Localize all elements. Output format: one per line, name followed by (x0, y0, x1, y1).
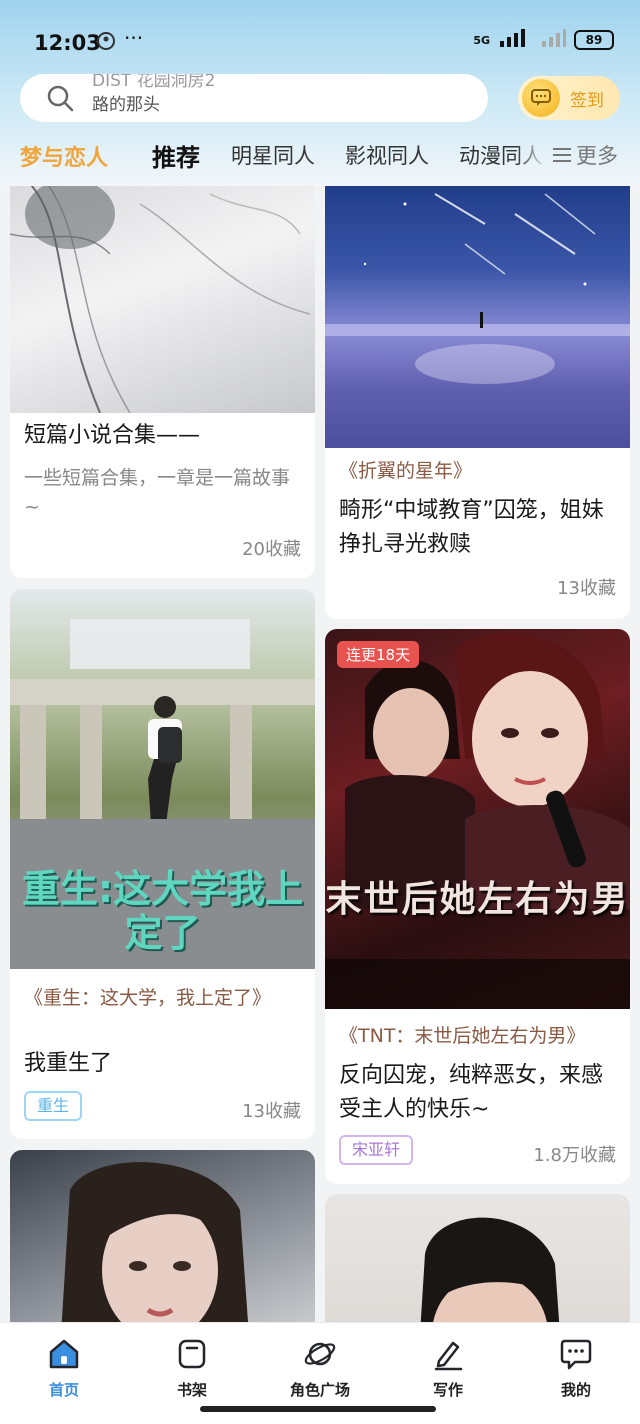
story-title: 反向囚宠，纯粹恶女，来感受主人的快乐~ (339, 1063, 604, 1122)
story-tag[interactable]: 宋亚轩 (339, 1135, 414, 1165)
cover-image: 重生:这大学我上定了 (10, 589, 315, 969)
nav-character-plaza[interactable]: 角色广场 (270, 1337, 370, 1400)
nav-me[interactable]: 我的 (526, 1337, 626, 1400)
search-placeholder: 路的那头 (92, 95, 160, 115)
signal-icon (498, 29, 532, 51)
cover-image (10, 186, 315, 414)
story-card[interactable]: 末世后她左右为男 连更18天 《TNT：末世后她左右为男》 反向囚宠，纯粹恶女，… (325, 629, 630, 1184)
menu-icon (553, 148, 571, 162)
book-name: 《重生：这大学，我上定了》 (24, 987, 272, 1009)
gesture-home-bar[interactable] (200, 1406, 436, 1412)
update-streak-badge: 连更18天 (337, 641, 420, 668)
story-title: 我重生了 (24, 1051, 113, 1076)
nav-me-label: 我的 (560, 1381, 591, 1399)
cover-overlay-text: 重生:这大学我上定了 (21, 867, 304, 955)
home-icon (49, 1339, 79, 1369)
planet-icon (304, 1342, 336, 1366)
story-tag[interactable]: 重生 (24, 1091, 83, 1121)
tab-more[interactable]: 更多 (552, 140, 618, 170)
story-card[interactable]: 重生:这大学我上定了 《重生：这大学，我上定了》 我重生了 重生 13收藏 (10, 589, 315, 1139)
tab-more-label: 更多 (576, 144, 618, 168)
pen-icon (434, 1341, 463, 1371)
favorite-count: 20收藏 (242, 539, 301, 560)
bookshelf-icon (178, 1339, 206, 1369)
cover-image (325, 1194, 630, 1322)
story-card[interactable] (325, 1194, 630, 1322)
tab-film-fanfic[interactable]: 影视同人 (345, 140, 429, 170)
clock: 12:03 (34, 31, 101, 55)
story-card[interactable] (10, 1150, 315, 1322)
story-card[interactable]: 短篇小说合集—— 一些短篇合集，一章是一篇故事~ 20收藏 (10, 186, 315, 578)
favorite-count: 13收藏 (242, 1101, 301, 1122)
network-label: 5G (473, 33, 490, 47)
signin-coin-icon (522, 79, 560, 117)
status-bar: 12:03 ··· 5G 89 (0, 0, 640, 72)
cover-image: 末世后她左右为男 连更18天 (325, 629, 630, 1009)
nav-bookshelf-label: 书架 (176, 1381, 207, 1399)
search-bar[interactable]: DIST 花园洞房2 路的那头 (20, 74, 488, 122)
nav-write[interactable]: 写作 (398, 1337, 498, 1400)
favorite-count: 13收藏 (557, 578, 616, 599)
recommend-feed[interactable]: 短篇小说合集—— 一些短篇合集，一章是一篇故事~ 20收藏 重生:这大学我上定了… (0, 186, 640, 1322)
nav-bookshelf[interactable]: 书架 (142, 1337, 242, 1400)
cover-image (10, 1150, 315, 1322)
story-card[interactable]: 《折翼的星年》 畸形“中域教育”囚笼，姐妹挣扎寻光救赎 13收藏 (325, 186, 630, 619)
tab-dream-lover[interactable]: 梦与恋人 (20, 140, 108, 172)
nav-character-plaza-label: 角色广场 (289, 1381, 350, 1399)
story-title: 畸形“中域教育”囚笼，姐妹挣扎寻光救赎 (339, 498, 604, 557)
category-tabs: 梦与恋人 推荐 明星同人 影视同人 动漫同人 更多 (0, 136, 640, 180)
more-notifications-dots: ··· (124, 26, 144, 50)
app-notification-icon (96, 31, 116, 55)
story-title: 短篇小说合集—— (24, 423, 201, 448)
book-name: 《折翼的星年》 (339, 460, 473, 482)
nav-home-label: 首页 (48, 1381, 79, 1399)
tab-anime-fanfic[interactable]: 动漫同人 (459, 140, 547, 170)
battery-indicator: 89 (574, 30, 614, 50)
book-name: 《TNT：末世后她左右为男》 (339, 1025, 586, 1047)
search-icon (46, 84, 74, 116)
cover-image (325, 186, 630, 448)
tab-celebrity-fanfic[interactable]: 明星同人 (231, 140, 315, 170)
signal-secondary-icon (540, 29, 566, 51)
nav-home[interactable]: 首页 (14, 1337, 114, 1400)
signin-button[interactable]: 签到 (518, 76, 620, 120)
search-scroll-text-previous: DIST 花园洞房2 (92, 74, 216, 91)
signin-label: 签到 (570, 90, 604, 111)
tab-recommend[interactable]: 推荐 (152, 138, 200, 173)
nav-write-label: 写作 (432, 1381, 463, 1399)
cover-overlay-text: 末世后她左右为男 (325, 879, 630, 920)
favorite-count: 1.8万收藏 (533, 1145, 616, 1166)
story-description: 一些短篇合集，一章是一篇故事~ (24, 467, 291, 518)
chat-bubble-icon (560, 1339, 592, 1370)
